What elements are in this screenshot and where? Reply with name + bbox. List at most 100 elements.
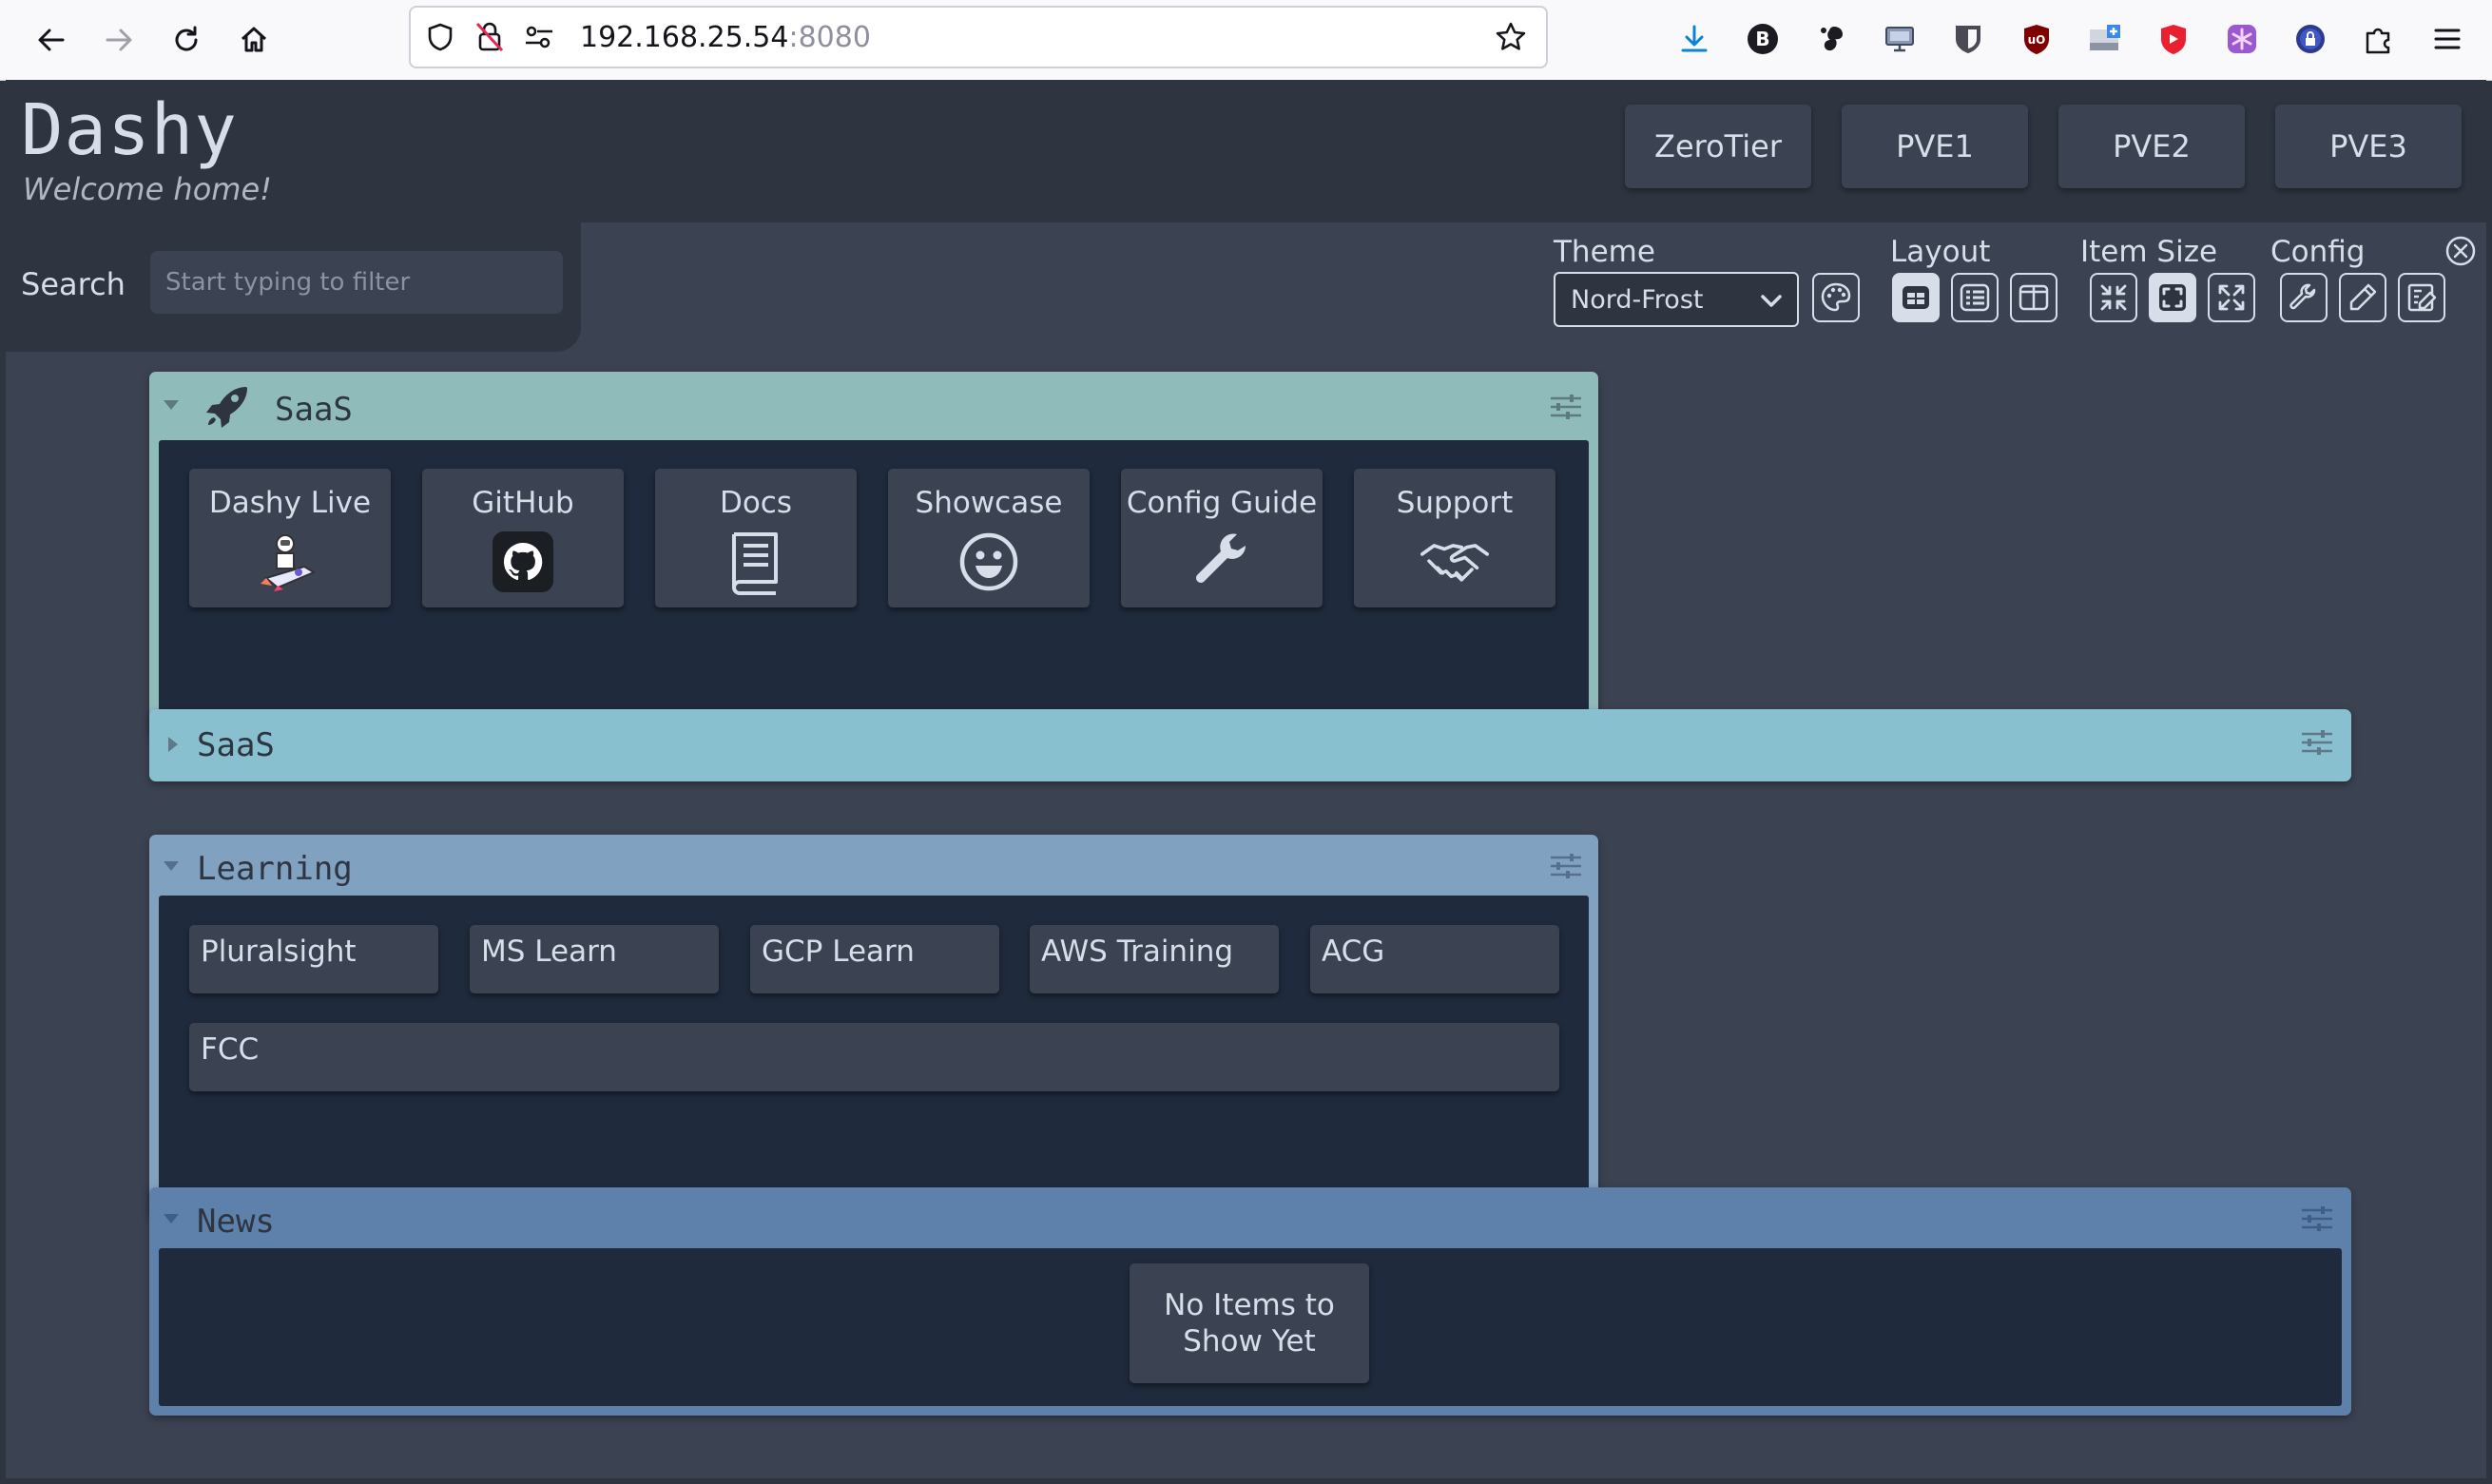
config-edit-icon[interactable] xyxy=(2398,273,2445,322)
url-bar[interactable]: 192.168.25.54:8080 xyxy=(409,6,1548,68)
section-title: Learning xyxy=(197,850,353,888)
nav-link-pve3[interactable]: PVE3 xyxy=(2275,105,2462,188)
purple-snowflake-icon[interactable] xyxy=(2223,20,2261,58)
vpn-lock-icon[interactable] xyxy=(2291,20,2329,58)
b-extension-icon[interactable]: B xyxy=(1744,20,1782,58)
svg-text:uO: uO xyxy=(2028,33,2046,47)
search-input[interactable] xyxy=(150,251,563,314)
monitor-icon[interactable] xyxy=(1881,20,1919,58)
item-showcase[interactable]: Showcase xyxy=(888,469,1090,607)
wrench-icon xyxy=(1188,528,1256,596)
caret-right-icon[interactable] xyxy=(166,736,180,753)
item-label: Support xyxy=(1396,486,1514,520)
section-news: News No Items to Show Yet xyxy=(149,1187,2351,1416)
section-body: Dashy Live GitHub Docs Showcase Config G… xyxy=(159,440,1589,725)
empty-state-line: Show Yet xyxy=(1183,1324,1316,1359)
section-header[interactable]: Learning xyxy=(149,835,1598,896)
theme-select[interactable]: Nord-Frost xyxy=(1554,272,1799,327)
layout-auto-icon[interactable] xyxy=(1892,273,1940,322)
bitwarden-icon[interactable] xyxy=(1949,20,1987,58)
item-size-medium-icon[interactable] xyxy=(2149,273,2196,322)
section-header[interactable]: News xyxy=(149,1187,2351,1248)
search-label: Search xyxy=(21,266,126,302)
item-acg[interactable]: ACG xyxy=(1310,925,1559,993)
item-label: Config Guide xyxy=(1126,486,1318,520)
item-label: AWS Training xyxy=(1041,935,1234,969)
palette-icon[interactable] xyxy=(1812,273,1860,322)
astronaut-rocket-icon xyxy=(256,528,324,596)
item-ms-learn[interactable]: MS Learn xyxy=(470,925,719,993)
section-title: SaaS xyxy=(197,726,275,764)
section-options-icon[interactable] xyxy=(2300,1205,2336,1233)
section-options-icon[interactable] xyxy=(2300,728,2336,757)
section-title: News xyxy=(197,1203,275,1241)
menu-hamburger-icon[interactable] xyxy=(2428,20,2466,58)
caret-down-icon[interactable] xyxy=(163,1212,180,1225)
caret-down-icon[interactable] xyxy=(163,398,180,412)
item-size-label: Item Size xyxy=(2080,235,2218,269)
page-subtitle: Welcome home! xyxy=(23,171,272,207)
reload-icon[interactable] xyxy=(164,17,209,63)
wrench-config-icon[interactable] xyxy=(2280,273,2328,322)
rocket-icon xyxy=(203,381,252,431)
item-support[interactable]: Support xyxy=(1354,469,1555,607)
item-size-small-icon[interactable] xyxy=(2090,273,2137,322)
item-size-large-icon[interactable] xyxy=(2208,273,2255,322)
item-dashy-live[interactable]: Dashy Live xyxy=(189,469,391,607)
item-label: Showcase xyxy=(915,486,1063,520)
caret-down-icon[interactable] xyxy=(163,859,180,873)
permissions-icon[interactable] xyxy=(523,21,555,53)
item-label: MS Learn xyxy=(481,935,617,969)
shield-heart-icon[interactable] xyxy=(2154,20,2193,58)
item-label: Docs xyxy=(719,486,793,520)
layout-columns-icon[interactable] xyxy=(2010,273,2057,322)
search-panel: Search xyxy=(6,222,581,352)
close-icon[interactable] xyxy=(2444,234,2478,268)
section-saas-expanded: SaaS Dashy Live GitHub Docs Showcase Con… xyxy=(149,372,1598,735)
section-learning: Learning Pluralsight MS Learn GCP Learn … xyxy=(149,835,1598,1217)
theme-select-value: Nord-Frost xyxy=(1571,284,1704,315)
empty-state-message: No Items to Show Yet xyxy=(1130,1263,1369,1383)
item-fcc[interactable]: FCC xyxy=(189,1023,1559,1091)
pencil-edit-icon[interactable] xyxy=(2339,273,2386,322)
tab-plus-icon[interactable] xyxy=(2086,20,2124,58)
item-pluralsight[interactable]: Pluralsight xyxy=(189,925,438,993)
url-text[interactable]: 192.168.25.54:8080 xyxy=(580,21,871,54)
svg-text:B: B xyxy=(1755,28,1769,50)
theme-label: Theme xyxy=(1554,235,1655,269)
section-header[interactable]: SaaS xyxy=(149,372,1598,440)
nav-link-pve2[interactable]: PVE2 xyxy=(2058,105,2245,188)
back-arrow-icon[interactable] xyxy=(29,17,74,63)
item-label: FCC xyxy=(201,1032,260,1067)
section-body: Pluralsight MS Learn GCP Learn AWS Train… xyxy=(159,896,1589,1207)
section-title: SaaS xyxy=(275,391,353,429)
puzzle-icon[interactable] xyxy=(2360,20,2398,58)
browser-toolbar: 192.168.25.54:8080 B uO xyxy=(0,0,2492,81)
item-label: GitHub xyxy=(472,486,574,520)
item-aws-training[interactable]: AWS Training xyxy=(1030,925,1279,993)
ublock-icon[interactable]: uO xyxy=(2018,20,2056,58)
section-saas-collapsed[interactable]: SaaS xyxy=(149,709,2351,781)
item-label: Dashy Live xyxy=(208,486,372,520)
layout-list-icon[interactable] xyxy=(1951,273,1999,322)
item-docs[interactable]: Docs xyxy=(655,469,857,607)
section-options-icon[interactable] xyxy=(1549,393,1585,421)
smiley-icon xyxy=(955,528,1023,596)
nav-link-pve1[interactable]: PVE1 xyxy=(1842,105,2028,188)
insecure-lock-icon[interactable] xyxy=(473,21,506,53)
shield-icon[interactable] xyxy=(424,21,456,53)
item-gcp-learn[interactable]: GCP Learn xyxy=(750,925,999,993)
dashy-app: Dashy Welcome home! ZeroTier PVE1 PVE2 P… xyxy=(6,80,2486,1478)
section-body: No Items to Show Yet xyxy=(159,1248,2342,1406)
forward-arrow-icon[interactable] xyxy=(96,17,142,63)
download-icon[interactable] xyxy=(1675,20,1713,58)
item-github[interactable]: GitHub xyxy=(422,469,624,607)
item-label: ACG xyxy=(1322,935,1385,969)
bookmark-star-icon[interactable] xyxy=(1495,21,1527,53)
home-icon[interactable] xyxy=(231,17,277,63)
item-config-guide[interactable]: Config Guide xyxy=(1121,469,1323,607)
gnome-icon[interactable] xyxy=(1812,20,1850,58)
section-options-icon[interactable] xyxy=(1549,852,1585,880)
item-label: Pluralsight xyxy=(201,935,357,969)
nav-link-zerotier[interactable]: ZeroTier xyxy=(1625,105,1811,188)
